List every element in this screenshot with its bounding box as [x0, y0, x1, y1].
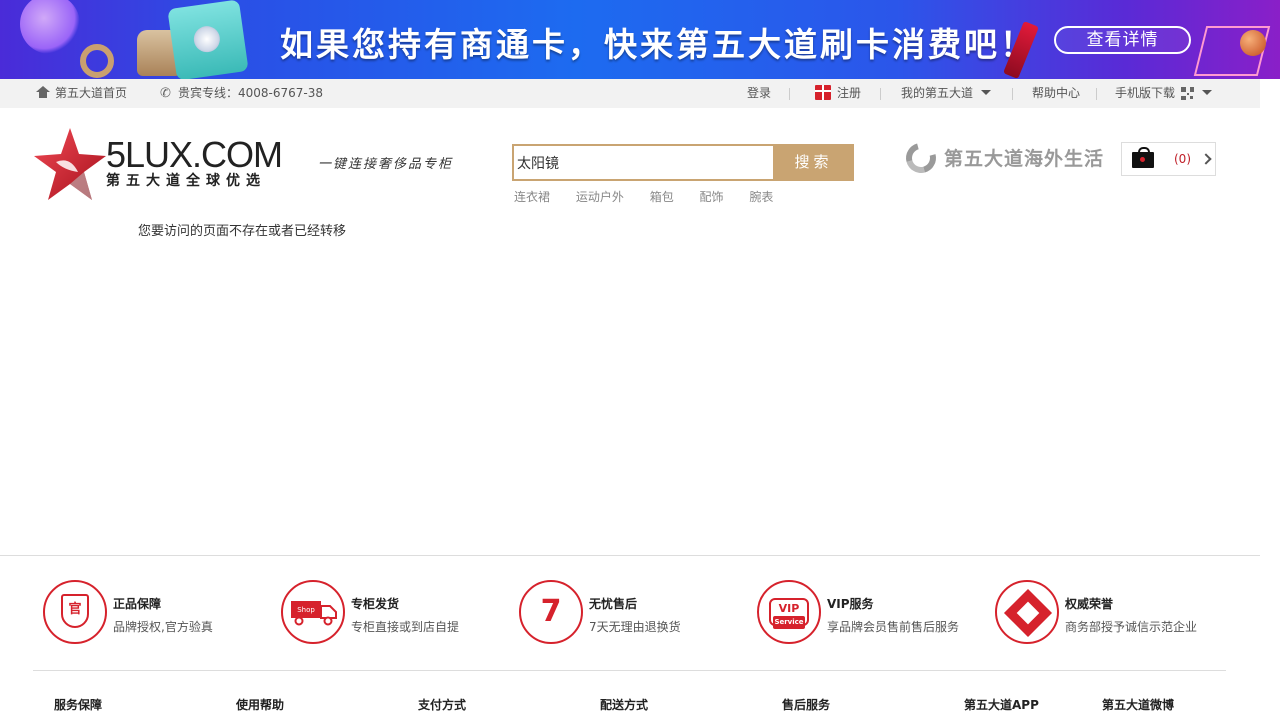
service-vip: VIP Service VIP服务 享品牌会员售前售后服务 [757, 580, 987, 646]
ring-image [80, 44, 114, 78]
vip-glyph-text: VIP [778, 602, 800, 615]
hot-word-link[interactable]: 腕表 [749, 190, 773, 204]
truck-icon: Shop [281, 580, 345, 644]
service-desc: 专柜直接或到店自提 [351, 620, 460, 634]
search-button[interactable]: 搜索 [773, 144, 854, 181]
search-input[interactable] [514, 146, 774, 179]
honor-icon [995, 580, 1059, 644]
seven-glyph: 7 [540, 594, 562, 629]
logo-subtitle: 第五大道全球优选 [106, 173, 266, 189]
gift-icon [815, 85, 831, 100]
chevron-right-icon [1200, 153, 1212, 165]
divider [0, 555, 1260, 556]
service-desc: 7天无理由退换货 [589, 620, 681, 634]
chevron-down-icon [1202, 90, 1213, 95]
seven-day-icon: 7 [519, 580, 583, 644]
star-logo-icon [34, 128, 106, 200]
hot-word-link[interactable]: 运动户外 [576, 190, 624, 204]
footer-column-title: 支付方式 [418, 698, 467, 712]
help-center-link[interactable]: 帮助中心 [1032, 79, 1080, 108]
footer-column-title: 配送方式 [600, 698, 649, 712]
service-shipping: Shop 专柜发货 专柜直接或到店自提 [281, 580, 511, 646]
hot-word-link[interactable]: 配饰 [700, 190, 724, 204]
service-desc: 享品牌会员售前售后服务 [827, 620, 960, 634]
login-link[interactable]: 登录 [747, 79, 771, 108]
hot-search-words: 连衣裙 运动户外 箱包 配饰 腕表 [514, 188, 795, 205]
service-title: 无忧售后 [589, 597, 638, 611]
jewelry-box-image [167, 0, 249, 79]
home-icon [36, 86, 50, 98]
truck-glyph: Shop [291, 601, 337, 626]
banner-headline: 如果您持有商通卡，快来第五大道刷卡消费吧！ [280, 25, 1036, 64]
my-account-menu[interactable]: 我的第五大道 [901, 79, 992, 108]
swirl-logo-icon [900, 137, 942, 179]
mobile-download-menu[interactable]: 手机版下载 [1115, 79, 1213, 108]
hot-word-link[interactable]: 箱包 [650, 190, 674, 204]
home-link-label: 第五大道首页 [55, 86, 128, 100]
cart-button[interactable]: (0) [1121, 142, 1216, 176]
service-desc: 品牌授权,官方验真 [113, 620, 213, 634]
chevron-down-icon [981, 90, 992, 95]
footer-column-title: 第五大道APP [964, 698, 1039, 712]
footer-column-title: 第五大道微博 [1102, 698, 1175, 712]
divider [789, 88, 790, 100]
service-honor: 权威荣誉 商务部授予诚信示范企业 [995, 580, 1225, 646]
phone-icon: ✆ [160, 86, 171, 101]
view-details-button[interactable]: 查看详情 [1054, 26, 1191, 54]
service-aftersale: 7 无忧售后 7天无理由退换货 [519, 580, 749, 646]
divider [880, 88, 881, 100]
footer-column-title: 售后服务 [782, 698, 831, 712]
divider [33, 670, 1226, 671]
service-title: 专柜发货 [351, 597, 400, 611]
shield-glyph: 官 [61, 594, 89, 628]
service-title: 权威荣誉 [1065, 597, 1114, 611]
service-title: 正品保障 [113, 597, 162, 611]
home-link[interactable]: 第五大道首页 [36, 79, 127, 108]
register-label: 注册 [837, 86, 862, 100]
hot-word-link[interactable]: 连衣裙 [514, 190, 550, 204]
service-title: VIP服务 [827, 597, 874, 611]
my-account-label: 我的第五大道 [901, 86, 974, 100]
hotline-label: 贵宾专线：4008-6767-38 [178, 86, 324, 100]
not-found-message: 您要访问的页面不存在或者已经转移 [138, 224, 347, 239]
vip-icon: VIP Service [757, 580, 821, 644]
top-nav-bar: 第五大道首页 ✆ 贵宾专线：4008-6767-38 登录 注册 我的第五大道 帮… [0, 79, 1260, 108]
ball-decoration [1240, 30, 1266, 56]
honor-glyph [1003, 588, 1053, 638]
search-box [512, 144, 774, 181]
site-logo[interactable]: 5LUX.COM 第五大道全球优选 [32, 122, 283, 212]
mobile-download-label: 手机版下载 [1115, 86, 1176, 100]
shopping-bag-icon [1132, 147, 1154, 168]
footer-column-title: 使用帮助 [236, 698, 285, 712]
service-desc: 商务部授予诚信示范企业 [1065, 620, 1198, 634]
hotline: ✆ 贵宾专线：4008-6767-38 [160, 79, 323, 108]
vip-glyph-subtext: Service [773, 616, 805, 629]
qr-code-icon [1180, 86, 1194, 100]
cart-count: (0) [1174, 152, 1191, 166]
feather-decoration [20, 0, 80, 54]
vip-glyph: VIP Service [769, 598, 809, 629]
overseas-life-label: 第五大道海外生活 [944, 148, 1105, 170]
slogan: 一键连接奢侈品专柜 [318, 157, 454, 172]
shield-icon: 官 [43, 580, 107, 644]
divider [1096, 88, 1097, 100]
promo-banner[interactable]: 如果您持有商通卡，快来第五大道刷卡消费吧！ 查看详情 [0, 0, 1280, 79]
svg-text:Shop: Shop [297, 606, 315, 614]
divider [1012, 88, 1013, 100]
service-genuine: 官 正品保障 品牌授权,官方验真 [43, 580, 273, 646]
register-link[interactable]: 注册 [815, 79, 861, 108]
footer-column-title: 服务保障 [54, 698, 103, 712]
